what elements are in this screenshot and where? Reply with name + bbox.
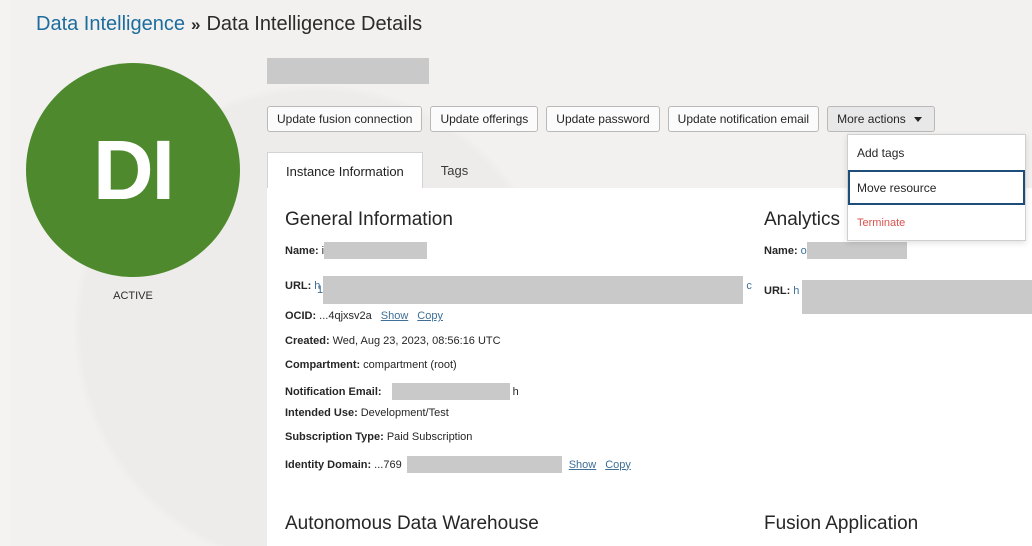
analytics-name-redacted: [806, 242, 907, 259]
menu-item-move-resource[interactable]: Move resource: [848, 170, 1025, 205]
compartment-label: Compartment:: [285, 359, 361, 371]
url-label: URL:: [285, 280, 312, 292]
subscription-type-label: Subscription Type:: [285, 431, 384, 443]
analytics-url-label: URL:: [764, 285, 791, 297]
notification-email-suffix: h: [512, 385, 519, 398]
menu-item-add-tags[interactable]: Add tags: [848, 135, 1025, 170]
url-line2: 1: [317, 284, 323, 296]
status-badge: ACTIVE: [113, 290, 153, 302]
url-redacted: [323, 276, 744, 304]
tab-instance-information[interactable]: Instance Information: [267, 152, 423, 189]
breadcrumb-current: Data Intelligence Details: [206, 13, 423, 35]
instance-title-redacted: [267, 58, 429, 84]
created-value: Wed, Aug 23, 2023, 08:56:16 UTC: [332, 335, 501, 347]
breadcrumb: Data Intelligence » Data Intelligence Deta…: [36, 13, 422, 36]
identity-domain-value: ...769: [374, 458, 402, 471]
identity-show-link[interactable]: Show: [569, 459, 597, 471]
name-redacted: [324, 242, 428, 259]
identity-domain-field: Identity Domain: ...769 Show Copy: [285, 456, 631, 473]
update-notification-email-button[interactable]: Update notification email: [667, 106, 820, 132]
intended-use-value: Development/Test: [360, 407, 449, 419]
ocid-copy-link[interactable]: Copy: [417, 310, 443, 322]
created-field: Created: Wed, Aug 23, 2023, 08:56:16 UTC: [285, 335, 501, 347]
breadcrumb-parent-link[interactable]: Data Intelligence: [36, 13, 185, 35]
breadcrumb-separator: »: [190, 15, 201, 34]
ocid-value: ...4qjxsv2a: [319, 310, 372, 322]
action-toolbar: Update fusion connection Update offering…: [267, 106, 935, 132]
update-fusion-connection-button[interactable]: Update fusion connection: [267, 106, 423, 132]
more-actions-menu: Add tags Move resource Terminate: [847, 134, 1026, 241]
compartment-field: Compartment: compartment (root): [285, 359, 457, 371]
notification-email-label: Notification Email:: [285, 385, 382, 398]
ocid-label: OCID:: [285, 310, 317, 322]
intended-use-label: Intended Use:: [285, 407, 358, 419]
analytics-url-redacted: [802, 280, 1032, 314]
analytics-url-link[interactable]: h: [793, 285, 799, 297]
intended-use-field: Intended Use: Development/Test: [285, 407, 449, 419]
analytics-heading: Analytics: [764, 209, 841, 230]
name-label: Name:: [285, 244, 319, 257]
general-information-heading: General Information: [285, 209, 453, 230]
identity-domain-redacted: [406, 456, 562, 473]
update-password-button[interactable]: Update password: [546, 106, 660, 132]
identity-domain-label: Identity Domain:: [285, 458, 372, 471]
avatar: DI: [26, 63, 240, 277]
tab-tags[interactable]: Tags: [423, 152, 486, 189]
update-offerings-button[interactable]: Update offerings: [430, 106, 539, 132]
compartment-value: compartment (root): [363, 359, 457, 371]
created-label: Created:: [285, 335, 330, 347]
notification-email-field: Notification Email: h: [285, 383, 519, 400]
ocid-field: OCID: ...4qjxsv2a Show Copy: [285, 310, 443, 322]
name-field: Name: i: [285, 242, 428, 259]
analytics-url-field: URL: h: [764, 268, 1032, 314]
url-field: URL: h c: [285, 268, 752, 304]
notification-email-redacted: [391, 383, 510, 400]
analytics-name-field: Name: o: [764, 242, 907, 259]
more-actions-label: More actions: [837, 112, 906, 126]
analytics-name-label: Name:: [764, 244, 798, 257]
chevron-down-icon: [913, 116, 922, 122]
identity-copy-link[interactable]: Copy: [605, 459, 631, 471]
tab-bar: Instance Information Tags: [267, 152, 486, 189]
more-actions-button[interactable]: More actions: [827, 106, 935, 132]
subscription-type-value: Paid Subscription: [386, 431, 473, 443]
url-link-line2[interactable]: 1: [317, 284, 323, 296]
fusion-application-heading: Fusion Application: [764, 513, 919, 534]
menu-item-terminate[interactable]: Terminate: [848, 205, 1025, 240]
avatar-initials: DI: [93, 122, 175, 217]
subscription-type-field: Subscription Type: Paid Subscription: [285, 431, 472, 443]
autonomous-data-warehouse-heading: Autonomous Data Warehouse: [285, 513, 539, 534]
ocid-show-link[interactable]: Show: [381, 310, 409, 322]
url-link-end[interactable]: c: [746, 280, 752, 292]
